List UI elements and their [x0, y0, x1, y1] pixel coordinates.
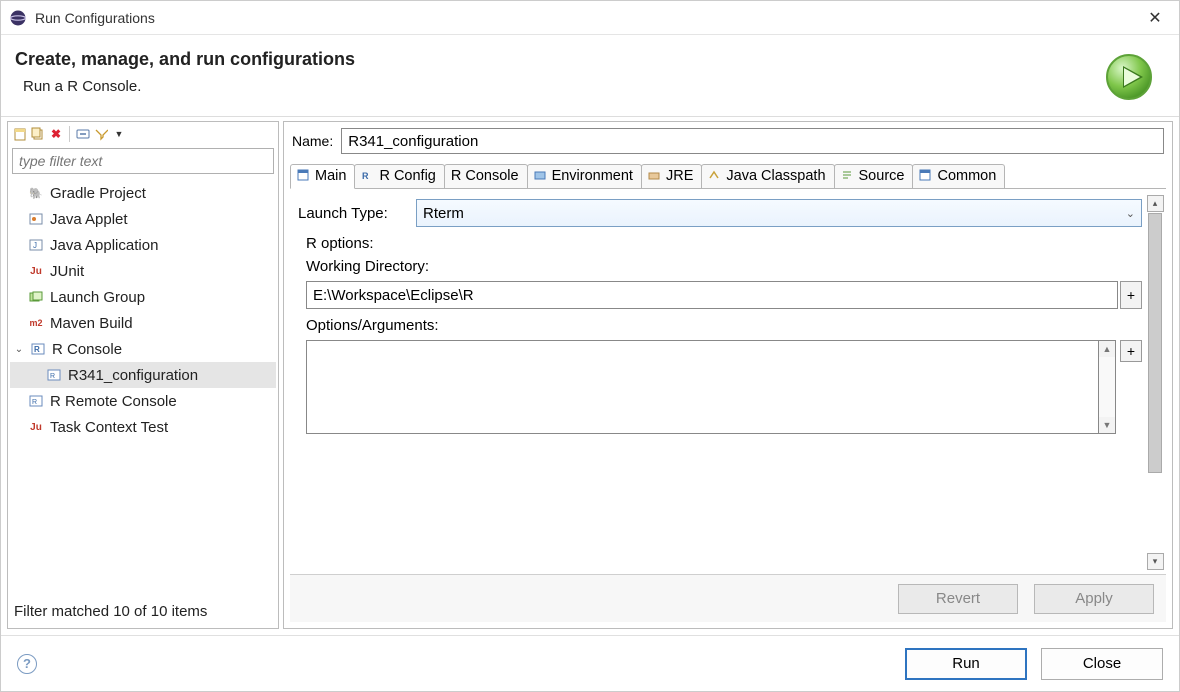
tab-main[interactable]: Main	[290, 164, 355, 189]
run-button[interactable]: Run	[905, 648, 1027, 680]
main-split: ✖ ▼ 🐘Gradle Project Java Applet JJava Ap…	[1, 116, 1179, 635]
tree-item-gradle-project[interactable]: 🐘Gradle Project	[10, 180, 276, 206]
name-label: Name:	[292, 133, 333, 149]
scroll-up-icon[interactable]: ▴	[1147, 195, 1164, 212]
classpath-tab-icon	[708, 169, 722, 183]
launch-type-value: Rterm	[423, 205, 464, 222]
configurations-panel: ✖ ▼ 🐘Gradle Project Java Applet JJava Ap…	[7, 121, 279, 629]
tab-bar: Main RR Config R Console Environment JRE…	[284, 158, 1172, 188]
textarea-scrollbar[interactable]: ▲ ▼	[1099, 340, 1116, 434]
r-config-launch-icon: R	[46, 367, 62, 383]
launch-type-label: Launch Type:	[298, 205, 406, 222]
editor-footer: Revert Apply	[290, 574, 1166, 622]
options-args-label: Options/Arguments:	[306, 317, 1144, 334]
scroll-down-icon[interactable]: ▾	[1147, 553, 1164, 570]
header-subtitle: Run a R Console.	[23, 78, 1103, 95]
main-tab-icon	[297, 169, 311, 183]
environment-tab-icon	[534, 169, 548, 183]
svg-text:R: R	[50, 373, 55, 380]
filter-input[interactable]	[12, 148, 274, 174]
apply-button[interactable]: Apply	[1034, 584, 1154, 614]
help-icon[interactable]: ?	[17, 654, 37, 674]
gradle-icon: 🐘	[28, 185, 44, 201]
tree-item-task-context-test[interactable]: JuTask Context Test	[10, 414, 276, 440]
svg-text:R: R	[34, 345, 40, 354]
filter-status: Filter matched 10 of 10 items	[8, 597, 278, 628]
dialog-header: Create, manage, and run configurations R…	[1, 35, 1179, 116]
jre-tab-icon	[648, 169, 662, 183]
tab-environment[interactable]: Environment	[527, 164, 642, 188]
panel-scrollbar[interactable]: ▴ ▾	[1146, 195, 1164, 570]
chevron-down-icon: ⌄	[1126, 207, 1135, 220]
expander-icon[interactable]: ⌄	[14, 344, 24, 355]
launch-group-icon	[28, 289, 44, 305]
scroll-up-icon[interactable]: ▲	[1099, 341, 1115, 357]
junit-icon: Ju	[28, 263, 44, 279]
tab-r-console[interactable]: R Console	[444, 164, 528, 188]
toolbar-separator	[69, 126, 70, 142]
source-tab-icon	[841, 169, 855, 183]
r-console-icon: R	[30, 341, 46, 357]
filter-icon[interactable]	[93, 126, 109, 142]
scroll-thumb[interactable]	[1148, 213, 1162, 473]
maven-icon: m2	[28, 315, 44, 331]
working-dir-input[interactable]	[306, 281, 1118, 309]
tree-item-r341-configuration[interactable]: RR341_configuration	[10, 362, 276, 388]
duplicate-config-icon[interactable]	[30, 126, 46, 142]
tree-item-maven-build[interactable]: m2Maven Build	[10, 310, 276, 336]
config-editor-panel: Name: Main RR Config R Console Environme…	[283, 121, 1173, 629]
task-test-icon: Ju	[28, 419, 44, 435]
tab-r-config[interactable]: RR Config	[354, 164, 444, 188]
r-config-tab-icon: R	[361, 169, 375, 183]
header-title: Create, manage, and run configurations	[15, 49, 1103, 70]
scroll-down-icon[interactable]: ▼	[1099, 417, 1115, 433]
tree-item-java-applet[interactable]: Java Applet	[10, 206, 276, 232]
r-options-label: R options:	[306, 235, 1144, 252]
revert-button[interactable]: Revert	[898, 584, 1018, 614]
left-toolbar: ✖ ▼	[8, 122, 278, 146]
toolbar-dropdown-icon[interactable]: ▼	[111, 126, 127, 142]
svg-text:R: R	[32, 399, 37, 406]
tab-source[interactable]: Source	[834, 164, 914, 188]
tree-item-junit[interactable]: JuJUnit	[10, 258, 276, 284]
close-button[interactable]: Close	[1041, 648, 1163, 680]
tab-common[interactable]: Common	[912, 164, 1005, 188]
common-tab-icon	[919, 169, 933, 183]
eclipse-app-icon	[9, 9, 27, 27]
tree-item-launch-group[interactable]: Launch Group	[10, 284, 276, 310]
name-input[interactable]	[341, 128, 1164, 154]
options-args-textarea[interactable]	[306, 340, 1099, 434]
applet-icon	[28, 211, 44, 227]
run-play-icon	[1103, 51, 1155, 106]
close-icon[interactable]: ✕	[1139, 8, 1171, 28]
config-tree[interactable]: 🐘Gradle Project Java Applet JJava Applic…	[8, 176, 278, 597]
working-dir-browse-button[interactable]: +	[1120, 281, 1142, 309]
working-dir-label: Working Directory:	[306, 258, 1144, 275]
tab-java-classpath[interactable]: Java Classpath	[701, 164, 834, 188]
new-config-icon[interactable]	[12, 126, 28, 142]
form-area: Launch Type: Rterm ⌄ R options: Working …	[290, 188, 1166, 570]
tree-item-r-console[interactable]: ⌄RR Console	[10, 336, 276, 362]
svg-text:J: J	[33, 241, 37, 250]
dialog-footer: ? Run Close	[1, 635, 1179, 691]
launch-type-select[interactable]: Rterm ⌄	[416, 199, 1142, 227]
titlebar: Run Configurations ✕	[1, 1, 1179, 35]
java-app-icon: J	[28, 237, 44, 253]
options-args-variables-button[interactable]: +	[1120, 340, 1142, 362]
svg-text:R: R	[362, 171, 369, 181]
delete-config-icon[interactable]: ✖	[48, 126, 64, 142]
tree-item-r-remote-console[interactable]: RR Remote Console	[10, 388, 276, 414]
collapse-all-icon[interactable]	[75, 126, 91, 142]
tab-jre[interactable]: JRE	[641, 164, 702, 188]
window-title: Run Configurations	[35, 10, 1139, 26]
tree-item-java-application[interactable]: JJava Application	[10, 232, 276, 258]
r-remote-icon: R	[28, 393, 44, 409]
